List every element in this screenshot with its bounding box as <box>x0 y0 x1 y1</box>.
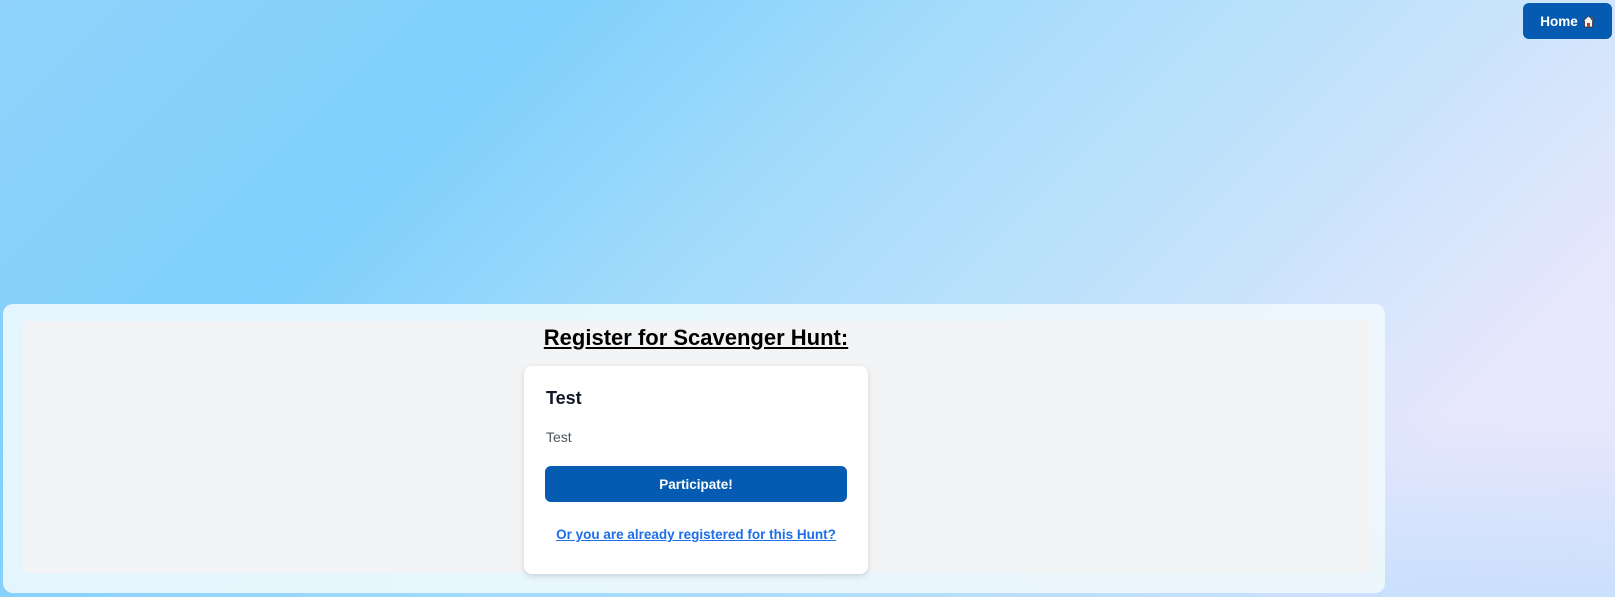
page-title: Register for Scavenger Hunt: <box>543 325 849 350</box>
registration-panel: Register for Scavenger Hunt: Test Test P… <box>3 304 1385 593</box>
house-icon <box>1581 14 1595 28</box>
hunt-card: Test Test Participate! Or you are alread… <box>524 366 868 574</box>
participate-button[interactable]: Participate! <box>545 466 847 502</box>
hunt-name: Test <box>546 388 582 408</box>
already-registered-link[interactable]: Or you are already registered for this H… <box>524 527 868 542</box>
registration-content: Register for Scavenger Hunt: Test Test P… <box>23 321 1371 574</box>
hunt-description: Test <box>546 429 572 445</box>
home-button-label: Home <box>1540 13 1578 29</box>
home-button[interactable]: Home <box>1523 3 1612 39</box>
